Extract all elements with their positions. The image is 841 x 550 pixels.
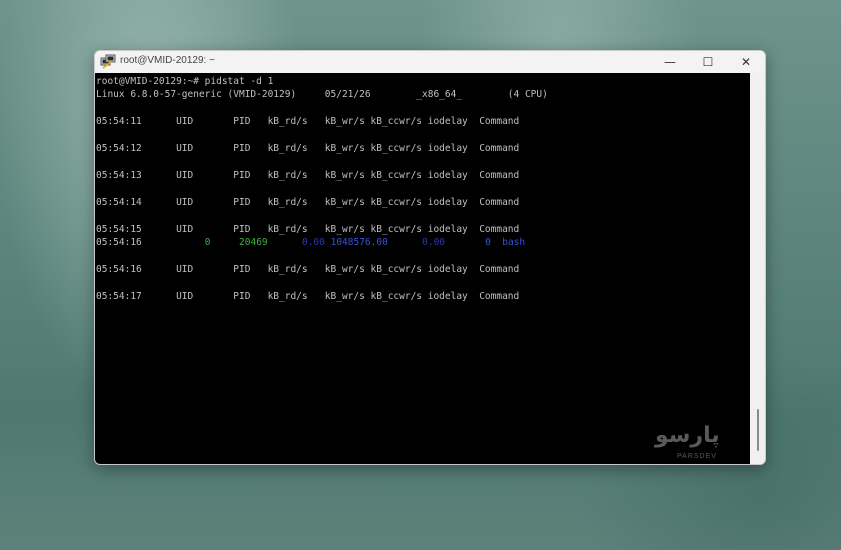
row-pid: 20469	[239, 237, 268, 248]
watermark-subtitle: PARSDEV	[677, 453, 717, 460]
vertical-scrollbar[interactable]	[750, 73, 765, 464]
row-kb-ccwr: 0.00	[422, 237, 446, 248]
row-time: 05:54:16	[96, 237, 142, 248]
terminal-window[interactable]: root@VMID-20129: ~ — ☐ ✕ root@VMID-20129…	[94, 50, 766, 465]
terminal-line: 05:54:16 UID PID kB_rd/s kB_wr/s kB_ccwr…	[96, 264, 520, 275]
terminal-line: 05:54:14 UID PID kB_rd/s kB_wr/s kB_ccwr…	[96, 197, 520, 208]
row-command: bash	[502, 237, 526, 248]
watermark-logo: پارسو	[655, 423, 720, 448]
pidstat-data-row: 05:54:16 0 20469 0.00 1048576.00 0.00 0 …	[96, 237, 525, 249]
terminal-line: 05:54:13 UID PID kB_rd/s kB_wr/s kB_ccwr…	[96, 170, 520, 181]
maximize-button[interactable]: ☐	[689, 51, 727, 73]
terminal-line: 05:54:12 UID PID kB_rd/s kB_wr/s kB_ccwr…	[96, 143, 520, 154]
title-bar[interactable]: root@VMID-20129: ~ — ☐ ✕	[95, 51, 765, 73]
window-title: root@VMID-20129: ~	[120, 55, 215, 66]
minimize-button[interactable]: —	[651, 51, 689, 73]
terminal-line: 05:54:15 UID PID kB_rd/s kB_wr/s kB_ccwr…	[96, 224, 520, 235]
terminal-line: Linux 6.8.0-57-generic (VMID-20129) 05/2…	[96, 89, 548, 100]
terminal-line: 05:54:11 UID PID kB_rd/s kB_wr/s kB_ccwr…	[96, 116, 520, 127]
terminal-line: root@VMID-20129:~# pidstat -d 1	[96, 76, 274, 87]
close-button[interactable]: ✕	[727, 51, 765, 73]
row-kb-wr: 1048576.00	[330, 237, 388, 248]
terminal-output[interactable]: root@VMID-20129:~# pidstat -d 1 Linux 6.…	[95, 73, 750, 464]
row-kb-rd: 0.00	[301, 237, 325, 248]
parsdev-watermark: پارسو PARSDEV	[655, 423, 735, 464]
scrollbar-thumb[interactable]	[757, 409, 759, 451]
terminal-line: 05:54:17 UID PID kB_rd/s kB_wr/s kB_ccwr…	[96, 291, 520, 302]
putty-icon	[100, 54, 116, 70]
